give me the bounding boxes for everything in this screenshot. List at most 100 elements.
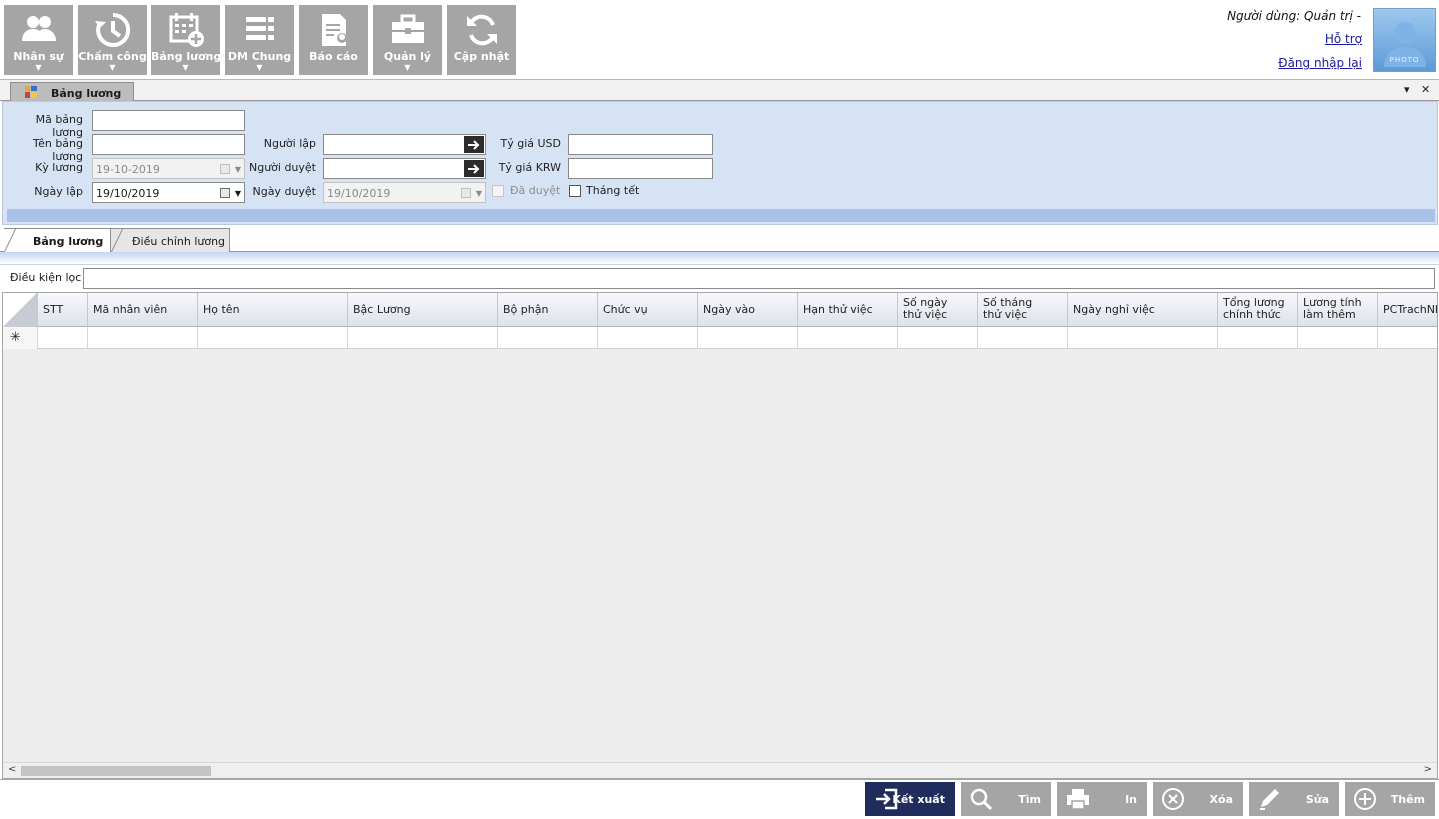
toolbar-button-cap-nhat[interactable]: Cập nhật	[447, 5, 516, 75]
column-header[interactable]: Tổng lương chính thức	[1218, 293, 1298, 327]
document-tab-strip: Bảng lương ▾ ✕	[0, 79, 1439, 102]
grid-cell[interactable]	[1218, 327, 1298, 349]
grid-cell[interactable]	[1298, 327, 1378, 349]
toolbar-button-quan-ly[interactable]: Quản lý ▼	[373, 5, 442, 75]
nguoi-duyet-label: Người duyệt	[248, 161, 316, 174]
document-tab-bang-luong[interactable]: Bảng lương	[10, 82, 134, 102]
column-header[interactable]: Lương tính làm thêm	[1298, 293, 1378, 327]
people-icon	[4, 11, 73, 51]
column-header[interactable]: Chức vụ	[598, 293, 698, 327]
edit-icon	[1260, 789, 1279, 810]
tab-dieu-chinh-luong[interactable]: Điều chỉnh lương	[111, 228, 230, 253]
payroll-grid[interactable]: STT Mã nhân viên Họ tên Bậc Lương Bộ phậ…	[2, 292, 1438, 779]
ngay-duyet-label: Ngày duyệt	[252, 185, 316, 198]
grid-cell[interactable]	[898, 327, 978, 349]
tab-slant	[4, 228, 17, 253]
column-header[interactable]: Bậc Lương	[348, 293, 498, 327]
edit-button[interactable]: Sửa	[1249, 782, 1339, 816]
calendar-icon	[220, 164, 230, 174]
scroll-right-icon[interactable]: >	[1424, 764, 1432, 775]
ngay-duyet-field: 19/10/2019 ▼	[323, 182, 486, 203]
column-header[interactable]: Hạn thử việc	[798, 293, 898, 327]
column-header[interactable]: Ngày vào	[698, 293, 798, 327]
new-row[interactable]: ✳	[3, 327, 1437, 349]
list-icon	[225, 11, 294, 51]
nguoi-duyet-field[interactable]	[323, 158, 486, 179]
photo-caption: PHOTO	[1389, 56, 1420, 64]
ma-bang-luong-label: Mã bảng lương	[35, 113, 83, 139]
arrow-right-icon[interactable]	[464, 160, 484, 177]
ty-gia-krw-field[interactable]	[568, 158, 713, 179]
help-link[interactable]: Hỗ trợ	[1325, 32, 1362, 46]
thang-tet-checkbox[interactable]	[569, 185, 581, 197]
ten-bang-luong-label: Tên bảng lương	[32, 137, 83, 163]
add-button[interactable]: Thêm	[1345, 782, 1435, 816]
select-all-corner[interactable]	[3, 293, 38, 327]
export-button[interactable]: Kết xuất	[865, 782, 955, 816]
column-header[interactable]: Mã nhân viên	[88, 293, 198, 327]
ten-bang-luong-field[interactable]	[92, 134, 245, 155]
calendar-icon[interactable]	[220, 188, 230, 198]
grid-cell[interactable]	[198, 327, 348, 349]
new-row-icon: ✳	[10, 330, 21, 345]
column-header[interactable]: Số ngày thử việc	[898, 293, 978, 327]
action-bar: Kết xuất Tìm In Xóa Sửa Thêm	[0, 779, 1439, 819]
chevron-down-icon: ▼	[35, 63, 42, 72]
toolbar-button-cham-cong[interactable]: Chấm công ▼	[78, 5, 147, 75]
toolbar-button-dm-chung[interactable]: DM Chung ▼	[225, 5, 294, 75]
chevron-down-icon[interactable]: ▼	[235, 189, 241, 198]
chevron-down-icon: ▼	[475, 189, 482, 198]
column-header[interactable]: Họ tên	[198, 293, 348, 327]
delete-button[interactable]: Xóa	[1153, 782, 1243, 816]
toolbar-label: Cập nhật	[453, 50, 510, 63]
grid-cell[interactable]	[498, 327, 598, 349]
inner-tab-strip: Bảng lương Điều chỉnh lương	[0, 226, 1439, 253]
ngay-lap-datepicker[interactable]: 19/10/2019 ▼	[92, 182, 245, 203]
column-header[interactable]: Ngày nghỉ việc	[1068, 293, 1218, 327]
ty-gia-usd-label: Tỷ giá USD	[500, 137, 561, 150]
ma-bang-luong-field[interactable]	[92, 110, 245, 131]
close-icon[interactable]: ✕	[1421, 83, 1430, 96]
grid-cell[interactable]	[38, 327, 88, 349]
scrollbar-thumb[interactable]	[21, 766, 211, 776]
grid-cell[interactable]	[1068, 327, 1218, 349]
nguoi-lap-field[interactable]	[323, 134, 486, 155]
grid-cell[interactable]	[978, 327, 1068, 349]
grid-cell[interactable]	[1378, 327, 1437, 349]
relogin-link[interactable]: Đăng nhập lại	[1278, 56, 1362, 70]
clock-history-icon	[78, 11, 147, 51]
toolbar-button-bang-luong[interactable]: Bảng lương ▼	[151, 5, 221, 75]
report-icon	[299, 11, 368, 51]
document-tab-label: Bảng lương	[51, 87, 122, 100]
toolbar-label: Quản lý	[383, 50, 432, 63]
chevron-down-icon: ▼	[234, 165, 241, 174]
column-header[interactable]: Số tháng thử việc	[978, 293, 1068, 327]
horizontal-scrollbar[interactable]: < >	[3, 762, 1437, 778]
search-button[interactable]: Tìm	[961, 782, 1051, 816]
grid-cell[interactable]	[798, 327, 898, 349]
filter-label: Điều kiện lọc	[10, 271, 82, 284]
tab-bang-luong[interactable]: Bảng lương	[4, 228, 111, 253]
ty-gia-krw-label: Tỷ giá KRW	[498, 161, 561, 174]
ky-luong-field: 19-10-2019 ▼	[92, 158, 245, 179]
arrow-right-icon[interactable]	[464, 136, 484, 153]
window-icon	[25, 86, 37, 98]
grid-cell[interactable]	[598, 327, 698, 349]
column-header[interactable]: Bộ phận	[498, 293, 598, 327]
column-header[interactable]: STT	[38, 293, 88, 327]
grid-cell[interactable]	[88, 327, 198, 349]
filter-input[interactable]	[83, 268, 1435, 289]
column-header[interactable]: PCTrachNhiem	[1378, 293, 1437, 327]
thang-tet-label: Tháng tết	[586, 184, 640, 197]
print-button[interactable]: In	[1057, 782, 1147, 816]
grid-cell[interactable]	[348, 327, 498, 349]
chevron-down-icon: ▼	[182, 63, 189, 72]
ty-gia-usd-field[interactable]	[568, 134, 713, 155]
delete-icon	[1162, 788, 1184, 810]
scroll-left-icon[interactable]: <	[8, 764, 16, 775]
toolbar-button-bao-cao[interactable]: Báo cáo	[299, 5, 368, 75]
avatar: PHOTO	[1373, 8, 1436, 72]
grid-cell[interactable]	[698, 327, 798, 349]
tab-list-dropdown-icon[interactable]: ▾	[1404, 83, 1410, 96]
toolbar-button-nhan-su[interactable]: Nhân sự ▼	[4, 5, 73, 75]
